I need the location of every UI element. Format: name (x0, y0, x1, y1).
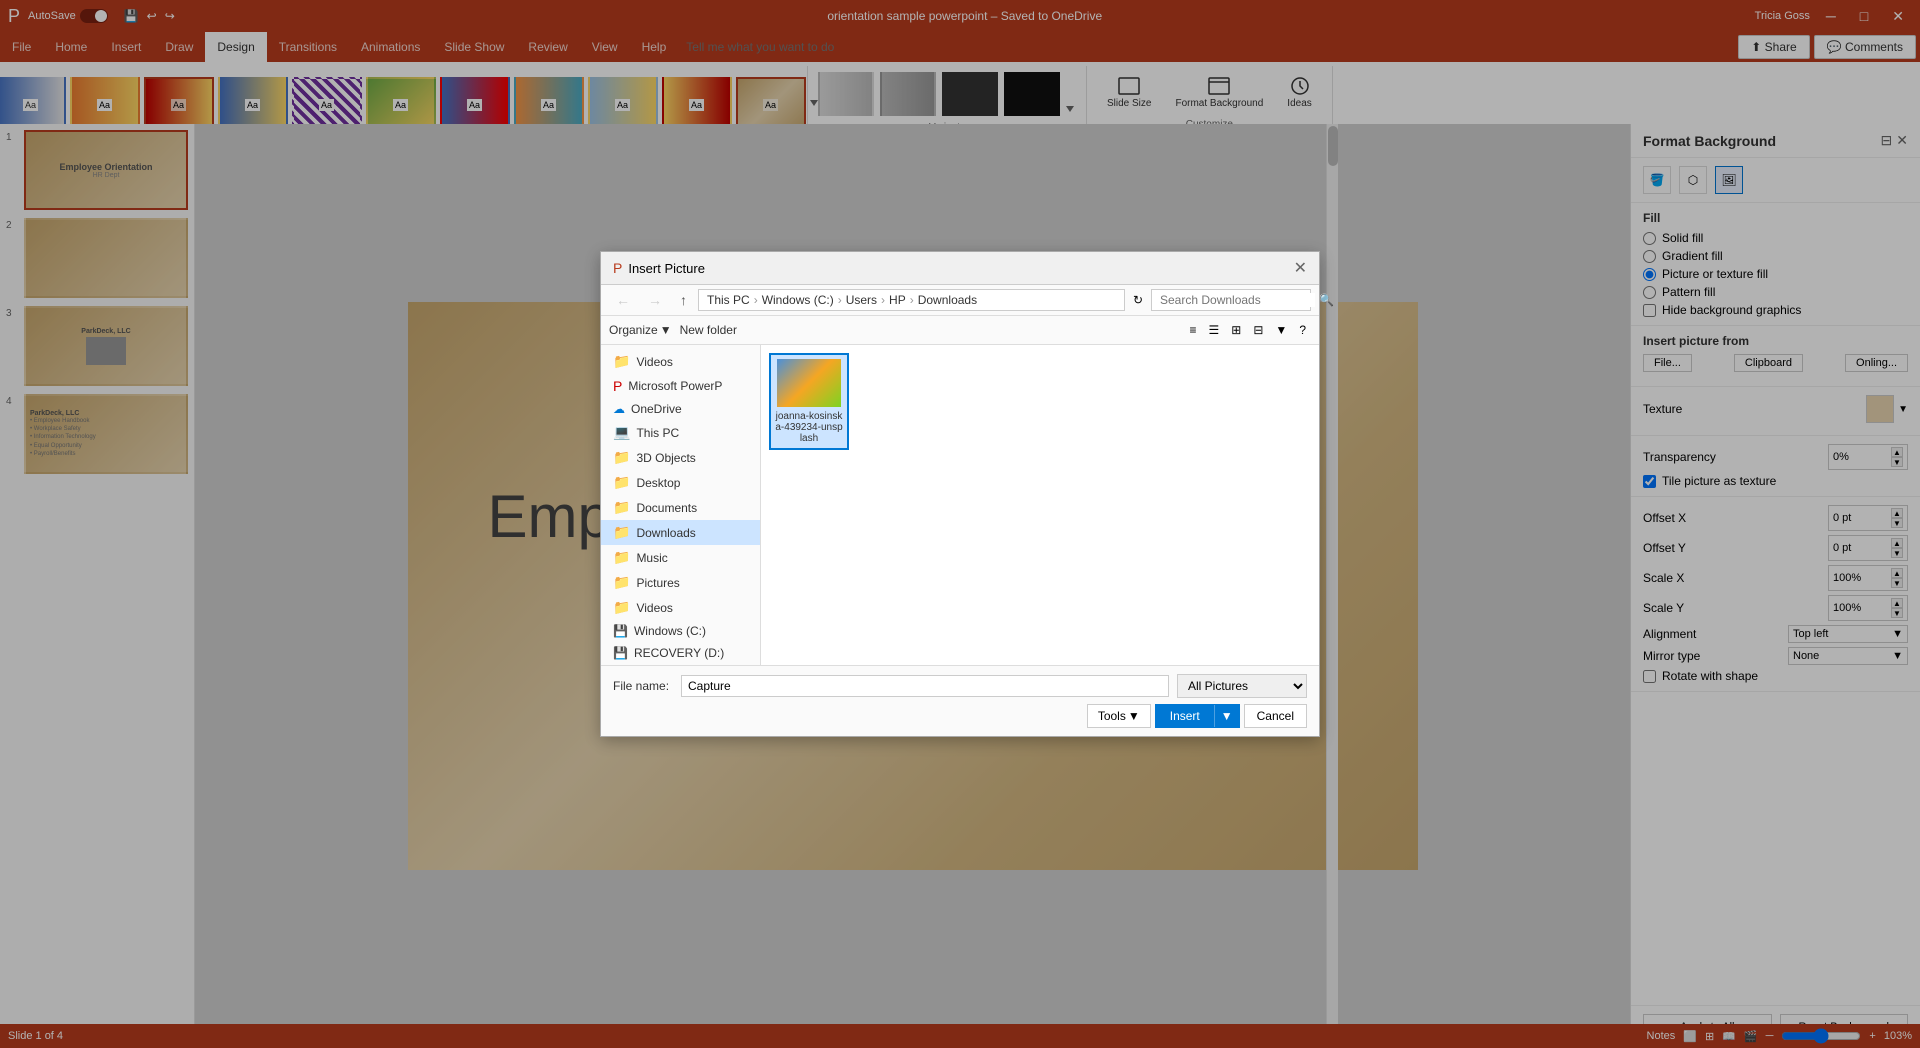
back-button[interactable]: ← (609, 289, 637, 311)
organize-label: Organize (609, 323, 658, 337)
footer-buttons: Tools ▼ Insert ▼ Cancel (613, 704, 1307, 728)
dlg-documents[interactable]: 📁 Documents (601, 495, 760, 520)
insert-button[interactable]: Insert (1156, 705, 1214, 727)
dialog-title-text: Insert Picture (628, 261, 705, 276)
crumb-windows: Windows (C:) (762, 293, 834, 307)
list-view-button[interactable]: ≡ (1185, 320, 1202, 340)
dlg-onedrive[interactable]: ☁ OneDrive (601, 398, 760, 420)
insert-dialog: P Insert Picture ✕ ← → ↑ This PC › Windo… (600, 251, 1320, 737)
pc-icon: 💻 (613, 424, 630, 441)
dlg-ppt-label: Microsoft PowerP (628, 379, 722, 393)
music-icon: 📁 (613, 549, 630, 566)
dlg-videos-2-label: Videos (636, 601, 672, 615)
insert-split-button: Insert ▼ (1155, 704, 1240, 728)
refresh-button[interactable]: ↻ (1129, 291, 1147, 309)
dlg-music[interactable]: 📁 Music (601, 545, 760, 570)
large-icons-button[interactable]: ⊟ (1248, 320, 1268, 340)
dialog-close-button[interactable]: ✕ (1294, 258, 1307, 278)
dlg-network[interactable]: 🌐 Network (601, 664, 760, 665)
dlg-recovery-label: RECOVERY (D:) (634, 646, 724, 660)
forward-button[interactable]: → (641, 289, 669, 311)
dialog-address-bar: ← → ↑ This PC › Windows (C:) › Users › H… (601, 285, 1319, 316)
dialog-search-input[interactable] (1160, 293, 1315, 307)
organize-arrow: ▼ (660, 323, 672, 337)
dlg-downloads[interactable]: 📁 Downloads (601, 520, 760, 545)
documents-icon: 📁 (613, 499, 630, 516)
crumb-downloads: Downloads (918, 293, 977, 307)
videos-icon: 📁 (613, 599, 630, 616)
dlg-ppt[interactable]: P Microsoft PowerP (601, 374, 760, 398)
filename-row: File name: All Pictures (613, 674, 1307, 698)
dlg-desktop[interactable]: 📁 Desktop (601, 470, 760, 495)
dlg-recovery-d[interactable]: 💾 RECOVERY (D:) (601, 642, 760, 664)
folder-icon: 📁 (613, 353, 630, 370)
tools-label: Tools (1098, 709, 1126, 723)
cancel-button[interactable]: Cancel (1244, 704, 1307, 728)
dialog-footer: File name: All Pictures Tools ▼ Insert ▼ (601, 665, 1319, 736)
organize-button[interactable]: Organize ▼ (609, 323, 672, 337)
filename-input[interactable] (681, 675, 1169, 697)
dialog-app-icon: P (613, 260, 622, 276)
help-button[interactable]: ? (1294, 320, 1311, 340)
view-buttons: ≡ ☰ ⊞ ⊟ ▼ ? (1185, 320, 1311, 340)
crumb-hp: HP (889, 293, 906, 307)
dlg-documents-label: Documents (636, 501, 697, 515)
onedrive-icon: ☁ (613, 402, 625, 416)
dlg-3d-label: 3D Objects (636, 451, 695, 465)
new-folder-button[interactable]: New folder (680, 323, 737, 337)
drive-c-icon: 💾 (613, 624, 628, 638)
drive-d-icon: 💾 (613, 646, 628, 660)
dlg-windows-c[interactable]: 💾 Windows (C:) (601, 620, 760, 642)
address-path[interactable]: This PC › Windows (C:) › Users › HP › Do… (698, 289, 1125, 311)
dlg-videos-1-label: Videos (636, 355, 672, 369)
downloads-icon: 📁 (613, 524, 630, 541)
crumb-users: Users (846, 293, 877, 307)
dlg-this-pc[interactable]: 💻 This PC (601, 420, 760, 445)
dlg-music-label: Music (636, 551, 667, 565)
dialog-body: 📁 Videos P Microsoft PowerP ☁ OneDrive 💻… (601, 345, 1319, 665)
tools-area: Tools ▼ (1087, 704, 1151, 728)
pictures-icon: 📁 (613, 574, 630, 591)
view-more-button[interactable]: ▼ (1270, 320, 1292, 340)
dialog-titlebar: P Insert Picture ✕ (601, 252, 1319, 285)
crumb-this-pc: This PC (707, 293, 750, 307)
filename-label: File name: (613, 679, 673, 693)
dlg-videos-1[interactable]: 📁 Videos (601, 349, 760, 374)
dlg-windows-c-label: Windows (C:) (634, 624, 706, 638)
dlg-3d-objects[interactable]: 📁 3D Objects (601, 445, 760, 470)
tools-button[interactable]: Tools ▼ (1087, 704, 1151, 728)
file-item-1[interactable]: joanna-kosinska-439234-unsplash (769, 353, 849, 450)
ppt-icon: P (613, 378, 622, 394)
filetype-select[interactable]: All Pictures (1177, 674, 1307, 698)
details-view-button[interactable]: ☰ (1204, 320, 1225, 340)
dlg-videos-2[interactable]: 📁 Videos (601, 595, 760, 620)
dlg-desktop-label: Desktop (636, 476, 680, 490)
tiles-view-button[interactable]: ⊞ (1226, 320, 1246, 340)
insert-dropdown-arrow[interactable]: ▼ (1214, 705, 1239, 727)
3d-folder-icon: 📁 (613, 449, 630, 466)
search-box: 🔍 (1151, 289, 1311, 311)
file-name-label: joanna-kosinska-439234-unsplash (775, 411, 843, 444)
dlg-pictures-label: Pictures (636, 576, 679, 590)
dialog-overlay: P Insert Picture ✕ ← → ↑ This PC › Windo… (0, 0, 1920, 1048)
dialog-toolbar: Organize ▼ New folder ≡ ☰ ⊞ ⊟ ▼ ? (601, 316, 1319, 345)
dlg-this-pc-label: This PC (636, 426, 679, 440)
file-thumbnail (777, 359, 841, 407)
dialog-sidebar: 📁 Videos P Microsoft PowerP ☁ OneDrive 💻… (601, 345, 761, 665)
dlg-onedrive-label: OneDrive (631, 402, 682, 416)
up-button[interactable]: ↑ (673, 289, 694, 311)
dlg-pictures[interactable]: 📁 Pictures (601, 570, 760, 595)
dlg-downloads-label: Downloads (636, 526, 695, 540)
tools-arrow: ▼ (1128, 709, 1140, 723)
search-icon: 🔍 (1319, 293, 1334, 307)
dialog-content[interactable]: joanna-kosinska-439234-unsplash (761, 345, 1319, 665)
desktop-icon: 📁 (613, 474, 630, 491)
